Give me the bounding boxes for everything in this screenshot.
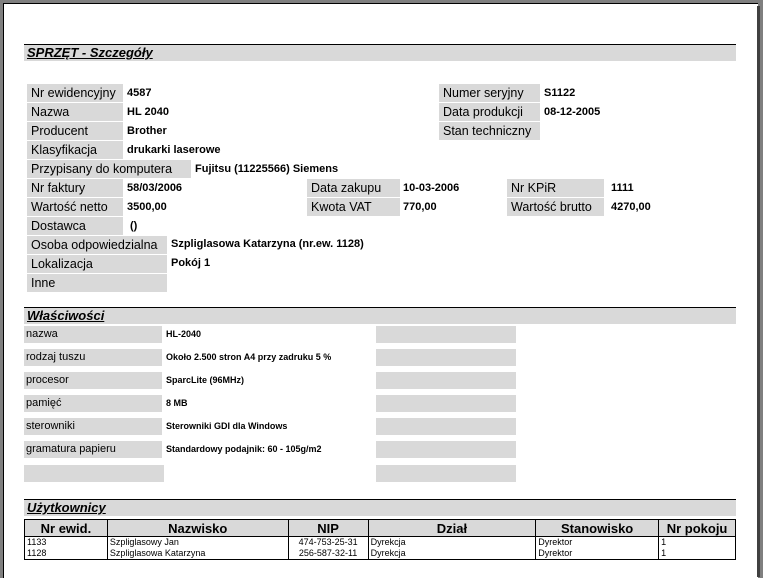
page-shadow [757,6,760,577]
property-extra-field [376,372,516,389]
producent-label: Producent [27,122,123,140]
inne-label: Inne [27,274,167,292]
cell-nr-pokoju: 1 [658,548,736,560]
column-header-nip: NIP [287,519,369,537]
property-extra-field [376,465,516,482]
property-label: nazwa [24,326,162,343]
dostawca-label: Dostawca [27,217,123,235]
przypisany-label: Przypisany do komputera [27,160,191,178]
properties-title: Właściwości [27,308,105,323]
property-label: rodzaj tuszu [24,349,162,366]
cell-dzial: Dyrekcja [367,536,537,548]
nr-ewid-label: Nr ewidencyjny [27,84,123,102]
cell-nazwisko: Szpliglasowy Jan [106,536,289,548]
property-label: sterowniki [24,418,162,435]
cell-nip: 474-753-25-31 [287,536,369,548]
column-header-nazwisko: Nazwisko [106,519,289,537]
cell-nr-pokoju: 1 [658,536,736,548]
cell-nr-ewid: 1133 [24,536,108,548]
cell-stanowisko: Dyrektor [535,548,660,560]
nr-kpir-label: Nr KPiR [507,179,604,197]
property-value: Około 2.500 stron A4 przy zadruku 5 % [166,352,332,362]
table-row: 1128 Szpliglasowa Katarzyna 256-587-32-1… [24,548,736,560]
column-header-stanowisko: Stanowisko [535,519,660,537]
data-produkcji-value: 08-12-2005 [544,106,601,118]
przypisany-value: Fujitsu (11225566) Siemens [195,163,339,175]
wartosc-brutto-label: Wartość brutto [507,198,604,216]
nazwa-value: HL 2040 [127,106,169,118]
report-header-bar: SPRZĘT - Szczegóły [24,44,736,61]
property-extra-field [376,349,516,366]
cell-nip: 256-587-32-11 [287,548,369,560]
kwota-vat-label: Kwota VAT [307,198,400,216]
property-label: gramatura papieru [24,441,162,458]
table-row: 1133 Szpliglasowy Jan 474-753-25-31 Dyre… [24,536,736,548]
wartosc-brutto-value: 4270,00 [611,201,651,213]
nazwa-label: Nazwa [27,103,123,121]
column-header-dzial: Dział [367,519,537,537]
klasyfikacja-label: Klasyfikacja [27,141,123,159]
kwota-vat-value: 770,00 [403,201,437,213]
producent-value: Brother [127,125,167,137]
property-extra-field [376,441,516,458]
report-title: SPRZĘT - Szczegóły [27,45,153,60]
property-label: pamięć [24,395,162,412]
wartosc-netto-value: 3500,00 [127,201,167,213]
cell-nazwisko: Szpliglasowa Katarzyna [106,548,289,560]
cell-nr-ewid: 1128 [24,548,108,560]
klasyfikacja-value: drukarki laserowe [127,144,221,156]
numer-seryjny-value: S1122 [544,87,576,99]
property-value: Sterowniki GDI dla Windows [166,421,288,431]
cell-stanowisko: Dyrektor [535,536,660,548]
nr-faktury-label: Nr faktury [27,179,123,197]
nr-faktury-value: 58/03/2006 [127,182,183,194]
property-extra-field [376,326,516,343]
property-value: SparcLite (96MHz) [166,375,245,385]
property-value: Standardowy podajnik: 60 - 105g/m2 [166,444,322,454]
lokalizacja-value: Pokój 1 [171,257,211,269]
data-zakupu-value: 10-03-2006 [403,182,460,194]
osoba-label: Osoba odpowiedzialna [27,236,167,254]
nr-kpir-value: 1111 [611,182,634,194]
property-extra-field [376,395,516,412]
dostawca-value: () [130,220,138,232]
property-extra-field [376,418,516,435]
property-value: HL-2040 [166,329,202,339]
table-header-row: Nr ewid. Nazwisko NIP Dział Stanowisko N… [24,519,736,537]
nr-ewid-value: 4587 [127,87,152,99]
data-produkcji-label: Data produkcji [439,103,540,121]
column-header-nr-pokoju: Nr pokoju [658,519,736,537]
users-header-bar: Użytkownicy [24,499,736,516]
stan-techniczny-label: Stan techniczny [439,122,540,140]
property-label: procesor [24,372,162,389]
wartosc-netto-label: Wartość netto [27,198,123,216]
cell-dzial: Dyrekcja [367,548,537,560]
users-title: Użytkownicy [27,500,106,515]
users-table: Nr ewid. Nazwisko NIP Dział Stanowisko N… [24,519,736,560]
lokalizacja-label: Lokalizacja [27,255,167,273]
numer-seryjny-label: Numer seryjny [439,84,540,102]
property-empty-label [24,465,164,482]
data-zakupu-label: Data zakupu [307,179,400,197]
property-value: 8 MB [166,398,188,408]
osoba-value: Szpliglasowa Katarzyna (nr.ew. 1128) [171,238,364,250]
column-header-nr-ewid: Nr ewid. [24,519,108,537]
properties-header-bar: Właściwości [24,307,736,324]
